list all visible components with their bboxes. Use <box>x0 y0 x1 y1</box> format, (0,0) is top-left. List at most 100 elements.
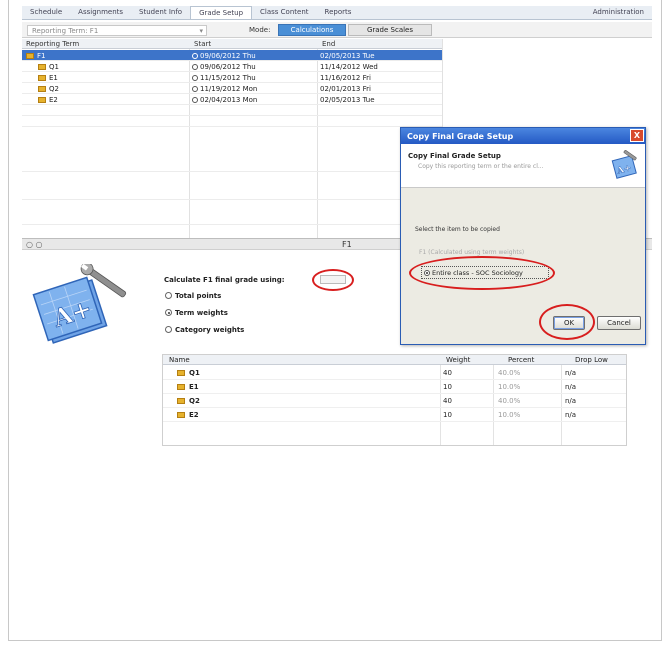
dialog-title[interactable]: Copy Final Grade Setup <box>401 128 645 144</box>
empty-row <box>22 189 442 200</box>
mode-label: Mode: <box>249 26 271 34</box>
header-start[interactable]: Start <box>194 40 211 48</box>
table-row[interactable]: Q1 40 40.0% n/a <box>163 367 626 380</box>
weight-row-name: E2 <box>189 411 199 419</box>
table-row[interactable]: E2 10 10.0% n/a <box>163 409 626 422</box>
term-start: 11/15/2012 Thu <box>192 74 256 82</box>
tab-administration[interactable]: Administration <box>585 6 652 19</box>
table-header: Reporting Term Start End <box>22 39 442 49</box>
folder-icon <box>38 86 46 92</box>
folder-icon <box>177 383 188 391</box>
empty-row <box>22 161 442 172</box>
empty-row <box>22 105 442 116</box>
weight-row-name: E1 <box>189 383 199 391</box>
top-tabs: Schedule Assignments Student Info Grade … <box>22 6 652 20</box>
weight-row-name: Q2 <box>189 397 200 405</box>
drop-low-value: n/a <box>565 369 577 377</box>
folder-icon <box>177 369 188 377</box>
table-header: Name Weight Percent Drop Low <box>163 355 626 365</box>
term-end: 02/01/2013 Fri <box>320 85 371 93</box>
clock-icon <box>192 64 198 70</box>
clock-icon <box>192 53 198 59</box>
term-end: 02/05/2013 Tue <box>320 96 375 104</box>
dialog-header-subtitle: Copy this reporting term or the entire c… <box>418 163 544 170</box>
option-current-term[interactable]: F1 (Calculated using term weights) <box>419 249 524 256</box>
table-row[interactable]: Q1 09/06/2012 Thu 11/14/2012 Wed <box>22 61 442 72</box>
weight-value[interactable]: 40 <box>443 397 452 405</box>
tab-class-content[interactable]: Class Content <box>252 6 316 19</box>
radio-circle <box>165 292 172 299</box>
radio-term-weights[interactable]: Term weights <box>165 309 228 317</box>
calculate-final-grade-label: Calculate F1 final grade using: <box>164 276 285 284</box>
term-start: 02/04/2013 Mon <box>192 96 257 104</box>
term-start: 09/06/2012 Thu <box>192 52 256 60</box>
table-row[interactable]: E1 10 10.0% n/a <box>163 381 626 394</box>
calculations-button[interactable]: Calculations <box>278 24 346 36</box>
header-drop-low[interactable]: Drop Low <box>575 356 608 364</box>
empty-row <box>22 214 442 225</box>
drop-low-value: n/a <box>565 383 577 391</box>
dialog-header: Copy Final Grade Setup Copy this reporti… <box>401 144 645 188</box>
header-weight[interactable]: Weight <box>446 356 470 364</box>
folder-icon <box>38 97 46 103</box>
term-name: F1 <box>26 52 45 60</box>
tab-grade-setup[interactable]: Grade Setup <box>190 6 253 19</box>
table-row[interactable]: E1 11/15/2012 Thu 11/16/2012 Fri <box>22 72 442 83</box>
table-row[interactable]: F1 09/06/2012 Thu 02/05/2013 Tue <box>22 50 442 61</box>
header-name[interactable]: Name <box>169 356 190 364</box>
clock-icon <box>192 75 198 81</box>
drop-low-value: n/a <box>565 397 577 405</box>
grade-a-plus-icon: A+ <box>611 150 637 179</box>
weight-value[interactable]: 10 <box>443 411 452 419</box>
folder-icon <box>38 75 46 81</box>
weight-value[interactable]: 10 <box>443 383 452 391</box>
percent-value: 10.0% <box>498 383 521 391</box>
tab-schedule[interactable]: Schedule <box>22 6 70 19</box>
tab-assignments[interactable]: Assignments <box>70 6 131 19</box>
folder-icon <box>177 397 188 405</box>
close-icon[interactable]: X <box>630 129 644 142</box>
radio-total-points[interactable]: Total points <box>165 292 221 300</box>
dialog-prompt: Select the item to be copied <box>415 226 500 233</box>
header-reporting-term[interactable]: Reporting Term <box>26 40 79 48</box>
dialog-header-title: Copy Final Grade Setup <box>408 152 501 160</box>
weight-value[interactable]: 40 <box>443 369 452 377</box>
table-row[interactable]: Q2 11/19/2012 Mon 02/01/2013 Fri <box>22 83 442 94</box>
cancel-button[interactable]: Cancel <box>597 316 641 330</box>
term-end: 11/14/2012 Wed <box>320 63 378 71</box>
annotation-circle <box>539 304 595 340</box>
empty-row <box>22 116 442 127</box>
radio-circle <box>165 326 172 333</box>
reporting-term-select[interactable]: Reporting Term: F1 ▾ <box>27 25 207 36</box>
term-end: 11/16/2012 Fri <box>320 74 371 82</box>
section-nav-controls[interactable]: ○ ○ <box>26 240 43 249</box>
section-title: F1 <box>342 240 352 249</box>
table-row[interactable]: Q2 40 40.0% n/a <box>163 395 626 408</box>
header-end[interactable]: End <box>322 40 335 48</box>
radio-category-weights[interactable]: Category weights <box>165 326 244 334</box>
table-row[interactable]: E2 02/04/2013 Mon 02/05/2013 Tue <box>22 94 442 105</box>
folder-icon <box>38 64 46 70</box>
grade-a-plus-icon: A+ <box>32 264 127 344</box>
term-name: Q1 <box>38 63 59 71</box>
copy-final-grade-dialog: Copy Final Grade Setup X Copy Final Grad… <box>400 127 646 345</box>
clock-icon <box>192 97 198 103</box>
annotation-circle <box>312 269 354 291</box>
drop-low-value: n/a <box>565 411 577 419</box>
term-name: Q2 <box>38 85 59 93</box>
annotation-circle <box>409 256 555 290</box>
term-start: 09/06/2012 Thu <box>192 63 256 71</box>
weight-row-name: Q1 <box>189 369 200 377</box>
weights-table: Name Weight Percent Drop Low Q1 40 40.0%… <box>162 354 627 446</box>
clock-icon <box>192 86 198 92</box>
tab-reports[interactable]: Reports <box>317 6 360 19</box>
term-name: E2 <box>38 96 58 104</box>
folder-icon <box>26 53 34 59</box>
folder-icon <box>177 411 188 419</box>
percent-value: 40.0% <box>498 397 521 405</box>
term-name: E1 <box>38 74 58 82</box>
reporting-term-value: Reporting Term: F1 <box>32 27 99 35</box>
tab-student-info[interactable]: Student Info <box>131 6 190 19</box>
header-percent[interactable]: Percent <box>508 356 534 364</box>
grade-scales-button[interactable]: Grade Scales <box>348 24 432 36</box>
